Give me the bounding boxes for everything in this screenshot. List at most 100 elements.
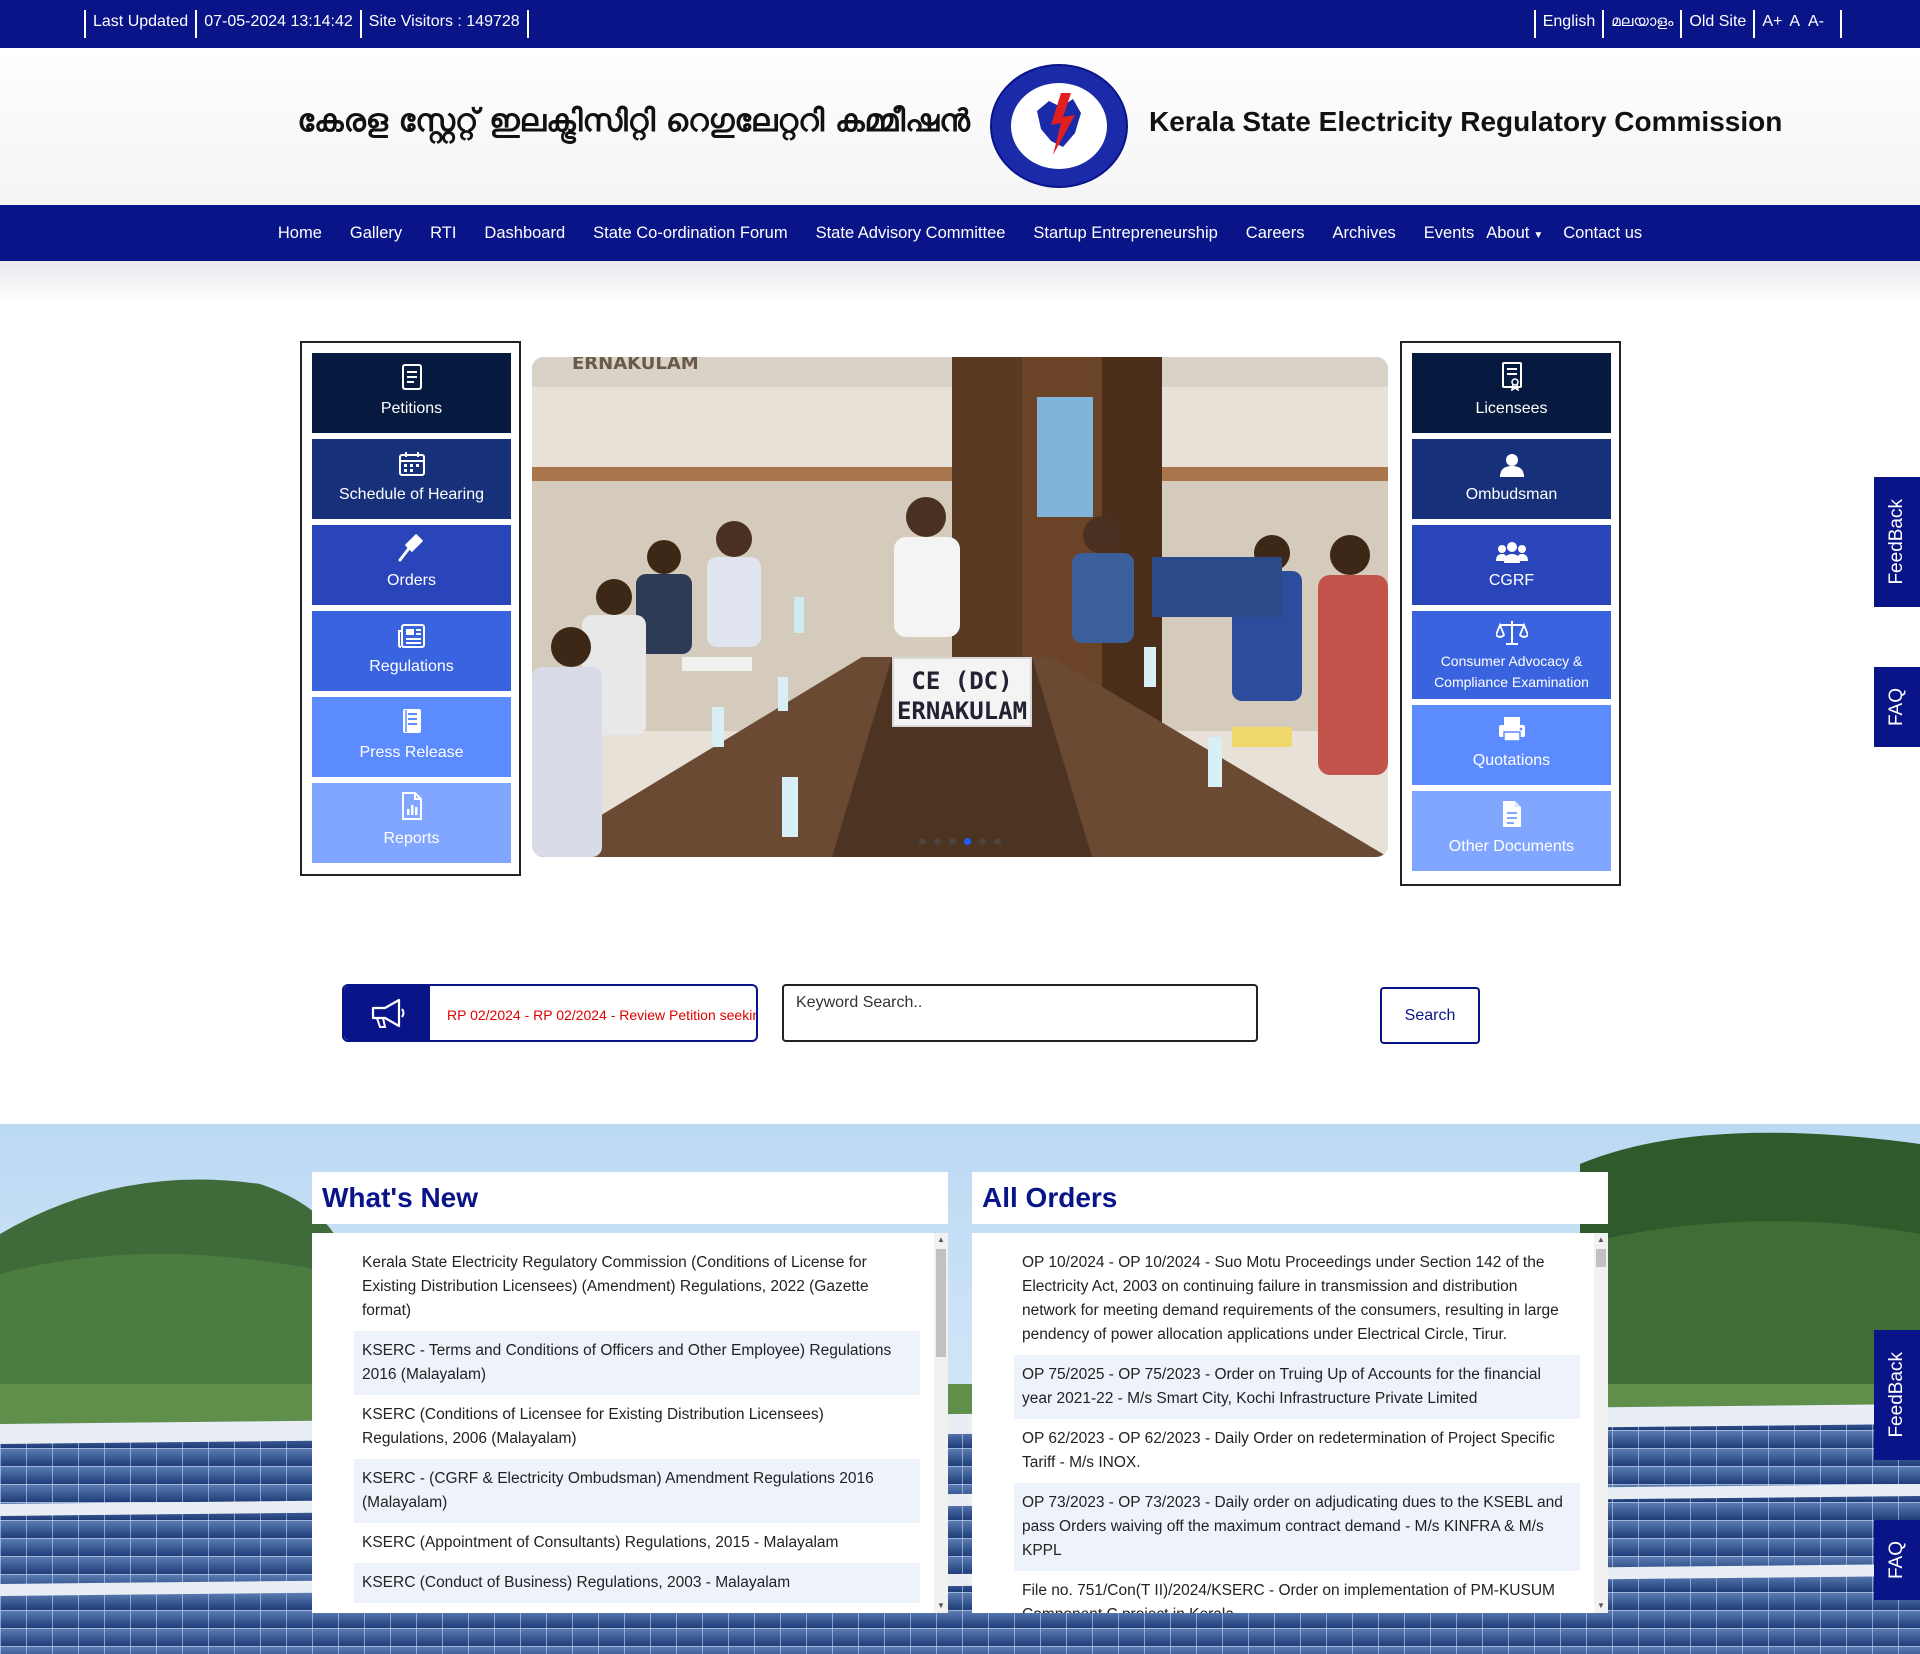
list-item[interactable]: Kerala State Electricity Regulatory Comm… — [354, 1243, 920, 1331]
tile-other-documents[interactable]: Other Documents — [1412, 791, 1611, 871]
nav-contact-us[interactable]: Contact us — [1553, 224, 1656, 243]
certificate-icon — [1501, 362, 1522, 391]
carousel-dot-active[interactable] — [964, 838, 971, 845]
scrollbar[interactable]: ▲ ▼ — [1594, 1233, 1608, 1613]
tile-schedule-of-hearing[interactable]: Schedule of Hearing — [312, 439, 511, 519]
list-item[interactable]: KSERC (Conduct of Business) Regulations,… — [354, 1563, 920, 1603]
tile-consumer-advocacy[interactable]: Consumer Advocacy & Compliance Examinati… — [1412, 611, 1611, 699]
scroll-up-icon[interactable]: ▲ — [934, 1233, 948, 1247]
list-item[interactable]: KSERC (Conditions of Licensee for Existi… — [354, 1395, 920, 1459]
faq-label: FAQ — [1886, 1540, 1907, 1579]
nav-careers[interactable]: Careers — [1232, 224, 1319, 243]
all-orders-list[interactable]: OP 10/2024 - OP 10/2024 - Suo Motu Proce… — [972, 1233, 1608, 1613]
nav-archives[interactable]: Archives — [1318, 224, 1409, 243]
site-title-malayalam: കേരള സ്റ്റേറ്റ് ഇലക്ട്രിസിറ്റി റെഗുലേറ്റ… — [297, 103, 970, 139]
faq-label: FAQ — [1886, 687, 1907, 726]
tile-quotations[interactable]: Quotations — [1412, 705, 1611, 785]
whats-new-list[interactable]: Kerala State Electricity Regulatory Comm… — [312, 1233, 948, 1613]
list-item[interactable]: File no. 751/Con(T II)/2024/KSERC - Orde… — [1014, 1571, 1580, 1613]
nav-state-coordination-forum[interactable]: State Co-ordination Forum — [579, 224, 801, 243]
scroll-down-icon[interactable]: ▼ — [1594, 1599, 1608, 1613]
tile-label: Quotations — [1472, 752, 1551, 769]
nav-gallery[interactable]: Gallery — [336, 224, 416, 243]
gavel-icon — [398, 534, 423, 562]
all-orders-title: All Orders — [972, 1172, 1608, 1224]
tile-label: Schedule of Hearing — [339, 486, 484, 503]
sign-line-1: CE (DC) — [911, 667, 1012, 695]
scrollbar[interactable]: ▲ ▼ — [934, 1233, 948, 1613]
tile-label: Consumer Advocacy & Compliance Examinati… — [1434, 653, 1589, 690]
carousel-dot[interactable] — [934, 838, 941, 845]
faq-tab[interactable]: FAQ — [1874, 667, 1920, 747]
carousel-dot[interactable] — [979, 838, 986, 845]
nav-dashboard[interactable]: Dashboard — [470, 224, 579, 243]
printer-icon — [1498, 717, 1525, 742]
ticker-text[interactable]: RP 02/2024 - RP 02/2024 - Review Petitio… — [447, 1007, 756, 1023]
nav-events[interactable]: Events — [1410, 224, 1480, 243]
news-ticker[interactable]: RP 02/2024 - RP 02/2024 - Review Petitio… — [342, 984, 758, 1042]
calendar-icon — [398, 452, 425, 476]
tile-label: Regulations — [369, 658, 454, 675]
tile-label: Licensees — [1475, 400, 1548, 417]
search-placeholder: Keyword Search.. — [796, 994, 923, 1011]
last-updated-label: Last Updated — [84, 10, 195, 38]
site-header: കേരള സ്റ്റേറ്റ് ഇലക്ട്രിസിറ്റി റെഗുലേറ്റ… — [0, 48, 1920, 205]
font-increase-button[interactable]: A+ — [1753, 10, 1785, 38]
tile-ombudsman[interactable]: Ombudsman — [1412, 439, 1611, 519]
carousel-dot[interactable] — [949, 838, 956, 845]
newspaper-icon — [397, 624, 425, 648]
tile-press-release[interactable]: Press Release — [312, 697, 511, 777]
nav-home[interactable]: Home — [264, 224, 336, 243]
top-bar: Last Updated 07-05-2024 13:14:42 Site Vi… — [0, 0, 1920, 48]
wall-sign-text: ERNAKULAM — [572, 357, 699, 374]
list-item[interactable]: OP 75/2025 - OP 75/2023 - Order on Truin… — [1014, 1355, 1580, 1419]
search-button[interactable]: Search — [1380, 987, 1480, 1044]
list-item[interactable]: KSERC - Terms and Conditions of Officers… — [354, 1331, 920, 1395]
report-chart-icon — [401, 792, 422, 820]
top-bar-links: English മലയാളം Old Site A+ A A- — [1533, 10, 1842, 38]
left-quick-links-panel: Petitions Schedule of Hearing Orders Reg… — [300, 341, 521, 876]
solar-panels-background — [0, 1124, 1920, 1654]
nav-about-dropdown[interactable]: About ▼ — [1480, 224, 1553, 243]
old-site-link[interactable]: Old Site — [1680, 10, 1753, 38]
tile-cgrf[interactable]: CGRF — [1412, 525, 1611, 605]
font-normal-button[interactable]: A — [1785, 10, 1804, 38]
meeting-photo: ERNAKULAM CE (DC) ERNAKULAM — [532, 357, 1388, 857]
nav-state-advisory-committee[interactable]: State Advisory Committee — [802, 224, 1020, 243]
tile-regulations[interactable]: Regulations — [312, 611, 511, 691]
tile-petitions[interactable]: Petitions — [312, 353, 511, 433]
tile-label: Ombudsman — [1465, 486, 1558, 503]
list-item[interactable]: OP 62/2023 - OP 62/2023 - Daily Order on… — [1014, 1419, 1580, 1483]
nav-rti[interactable]: RTI — [416, 224, 470, 243]
list-item[interactable]: OP 73/2023 - OP 73/2023 - Daily order on… — [1014, 1483, 1580, 1571]
nav-startup-entrepreneurship[interactable]: Startup Entrepreneurship — [1019, 224, 1231, 243]
list-item[interactable]: KSERC - (CGRF & Electricity Ombudsman) A… — [354, 1459, 920, 1523]
tile-orders[interactable]: Orders — [312, 525, 511, 605]
scroll-thumb[interactable] — [936, 1249, 946, 1357]
carousel-dot[interactable] — [994, 838, 1001, 845]
keyword-search-input[interactable]: Keyword Search.. — [782, 984, 1258, 1042]
megaphone-icon — [344, 986, 430, 1040]
tile-licensees[interactable]: Licensees — [1412, 353, 1611, 433]
feedback-tab-lower[interactable]: FeedBack — [1874, 1330, 1920, 1460]
hero-carousel[interactable]: ERNAKULAM CE (DC) ERNAKULAM — [532, 357, 1388, 857]
lang-malayalam-link[interactable]: മലയാളം — [1602, 10, 1680, 38]
carousel-indicators — [532, 838, 1388, 845]
list-item[interactable]: KSERC (Appointment of Consultants) Regul… — [354, 1523, 920, 1563]
nav-shadow — [0, 261, 1920, 301]
carousel-dot[interactable] — [919, 838, 926, 845]
kserc-logo[interactable] — [989, 63, 1129, 189]
tile-reports[interactable]: Reports — [312, 783, 511, 863]
book-icon — [402, 709, 421, 733]
feedback-label: FeedBack — [1886, 1352, 1907, 1438]
scroll-down-icon[interactable]: ▼ — [934, 1599, 948, 1613]
scroll-up-icon[interactable]: ▲ — [1594, 1233, 1608, 1247]
lang-english-link[interactable]: English — [1533, 10, 1602, 38]
list-item[interactable]: OP 10/2024 - OP 10/2024 - Suo Motu Proce… — [1014, 1243, 1580, 1355]
font-decrease-button[interactable]: A- — [1804, 10, 1842, 38]
feedback-tab[interactable]: FeedBack — [1874, 477, 1920, 607]
scroll-thumb[interactable] — [1596, 1249, 1606, 1267]
tile-label: CGRF — [1488, 572, 1535, 589]
tile-label: Orders — [387, 572, 436, 589]
faq-tab-lower[interactable]: FAQ — [1874, 1520, 1920, 1600]
